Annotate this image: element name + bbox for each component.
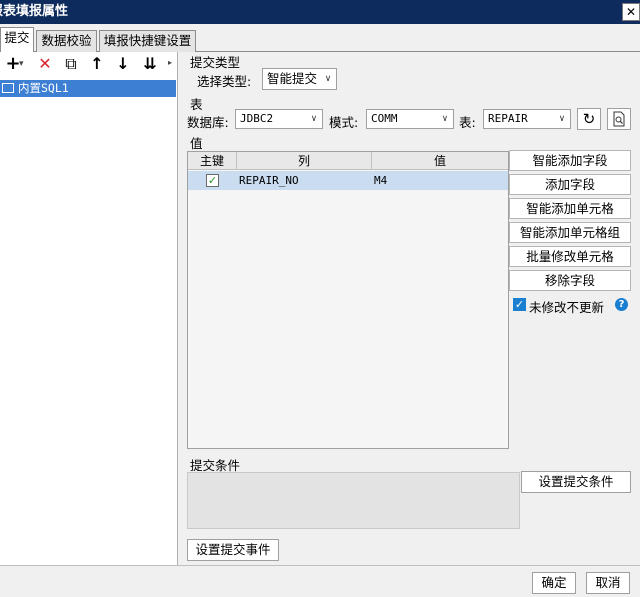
window-title-bar: 报表填报属性 xyxy=(0,0,640,24)
row-value[interactable]: M4 xyxy=(374,171,387,190)
smart-add-cell-button[interactable]: 智能添加单元格 xyxy=(509,198,631,219)
column-header-key[interactable]: 主键 xyxy=(188,152,237,170)
refresh-icon: ↻ xyxy=(582,110,596,128)
schema-select[interactable]: COMM ∨ xyxy=(366,109,454,129)
add-dropdown-icon[interactable]: ▾ xyxy=(19,56,27,72)
move-up-icon[interactable]: ↑ xyxy=(86,54,108,74)
set-condition-button[interactable]: 设置提交条件 xyxy=(521,471,631,493)
table-row[interactable] xyxy=(188,171,508,190)
smart-add-cell-group-button[interactable]: 智能添加单元格组 xyxy=(509,222,631,243)
chevron-down-icon: ∨ xyxy=(559,114,565,124)
no-update-unmodified-checkbox[interactable]: ✓ xyxy=(513,298,526,311)
table-section-label: 表 xyxy=(190,97,203,112)
close-button[interactable]: ✕ xyxy=(622,3,640,21)
help-icon[interactable]: ? xyxy=(615,298,628,311)
db-value: JDBC2 xyxy=(240,112,274,125)
table-value: REPAIR xyxy=(488,112,528,125)
values-section-label: 值 xyxy=(190,136,203,151)
sort-icon[interactable]: ⇊ xyxy=(139,54,161,74)
column-header-column[interactable]: 列 xyxy=(237,152,372,170)
db-label: 数据库: xyxy=(187,115,229,130)
schema-label: 模式: xyxy=(329,115,359,130)
submit-type-section-label: 提交类型 xyxy=(190,55,241,70)
table-select[interactable]: REPAIR ∨ xyxy=(483,109,571,129)
chevron-down-icon: ∨ xyxy=(311,114,317,124)
remove-field-button[interactable]: 移除字段 xyxy=(509,270,631,291)
tab-data-validation[interactable]: 数据校验 xyxy=(36,30,97,52)
add-field-button[interactable]: 添加字段 xyxy=(509,174,631,195)
set-submit-event-button[interactable]: 设置提交事件 xyxy=(187,539,279,561)
move-down-icon[interactable]: ↓ xyxy=(112,54,134,74)
tree-item-label: 内置SQL1 xyxy=(18,81,69,95)
tree-item-sql1[interactable]: 内置SQL1 xyxy=(0,80,176,97)
values-grid[interactable] xyxy=(187,151,509,449)
submit-type-select[interactable]: 智能提交 ∨ xyxy=(262,68,337,90)
cancel-button[interactable]: 取消 xyxy=(586,572,630,594)
batch-modify-cell-button[interactable]: 批量修改单元格 xyxy=(509,246,631,267)
copy-icon[interactable]: ⧉ xyxy=(60,54,82,74)
preview-button[interactable] xyxy=(607,108,631,130)
toolbar-more-icon[interactable]: ▸ xyxy=(168,58,176,70)
delete-icon[interactable]: ✕ xyxy=(34,54,56,74)
smart-add-field-button[interactable]: 智能添加字段 xyxy=(509,150,631,171)
submit-type-value: 智能提交 xyxy=(267,71,318,86)
sql-item-icon xyxy=(2,83,14,93)
refresh-button[interactable]: ↻ xyxy=(577,108,601,130)
tab-shortcut-settings[interactable]: 填报快捷键设置 xyxy=(99,30,196,52)
table-label: 表: xyxy=(459,115,476,130)
chevron-down-icon: ∨ xyxy=(442,114,448,124)
ok-button[interactable]: 确定 xyxy=(532,572,576,594)
schema-value: COMM xyxy=(371,112,398,125)
select-type-label: 选择类型: xyxy=(197,74,252,89)
column-header-value[interactable]: 值 xyxy=(372,152,508,170)
no-update-unmodified-label: 未修改不更新 xyxy=(529,300,605,315)
chevron-down-icon: ∨ xyxy=(324,74,332,84)
pane-splitter[interactable] xyxy=(178,52,184,565)
preview-icon xyxy=(613,111,625,127)
db-select[interactable]: JDBC2 ∨ xyxy=(235,109,323,129)
primary-key-checkbox[interactable]: ✓ xyxy=(206,174,219,187)
left-pane xyxy=(0,52,178,565)
condition-display xyxy=(187,472,520,529)
window-title: 报表填报属性 xyxy=(0,4,69,19)
row-column-name[interactable]: REPAIR_NO xyxy=(239,171,299,190)
tab-submit[interactable]: 提交 xyxy=(0,27,34,53)
